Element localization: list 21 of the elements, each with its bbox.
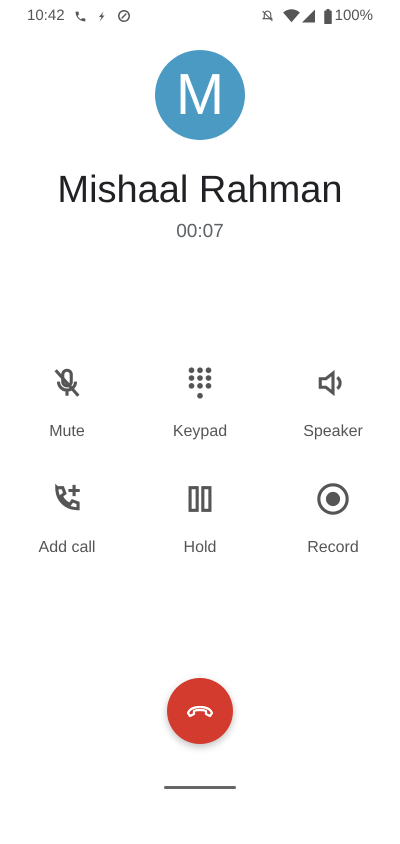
record-button[interactable]: Record — [266, 482, 400, 560]
end-call-button[interactable] — [167, 678, 233, 744]
call-action-button[interactable]: Hold — [134, 482, 266, 560]
caller-name: Mishaal Rahman — [57, 168, 343, 213]
avatar: M — [155, 50, 245, 140]
bell-off-icon — [260, 9, 274, 23]
record-icon — [316, 482, 350, 516]
clock-time: 10:42 — [27, 6, 65, 26]
battery-icon — [324, 8, 332, 24]
battery-percentage: 100% — [334, 6, 373, 26]
call-duration: 00:07 — [176, 220, 224, 244]
call-action-button[interactable]: Speaker — [266, 366, 400, 444]
hang-up-icon — [186, 704, 214, 718]
call-action-button[interactable]: Keypad — [134, 366, 266, 444]
navigation-handle[interactable] — [164, 786, 236, 790]
signal-icon — [302, 9, 315, 23]
call-action-button[interactable]: Add call — [0, 482, 134, 560]
phone-icon — [74, 10, 87, 22]
call-action-button[interactable]: Mute — [0, 366, 134, 444]
data-saver-icon — [116, 9, 131, 23]
wifi-icon — [282, 9, 300, 23]
